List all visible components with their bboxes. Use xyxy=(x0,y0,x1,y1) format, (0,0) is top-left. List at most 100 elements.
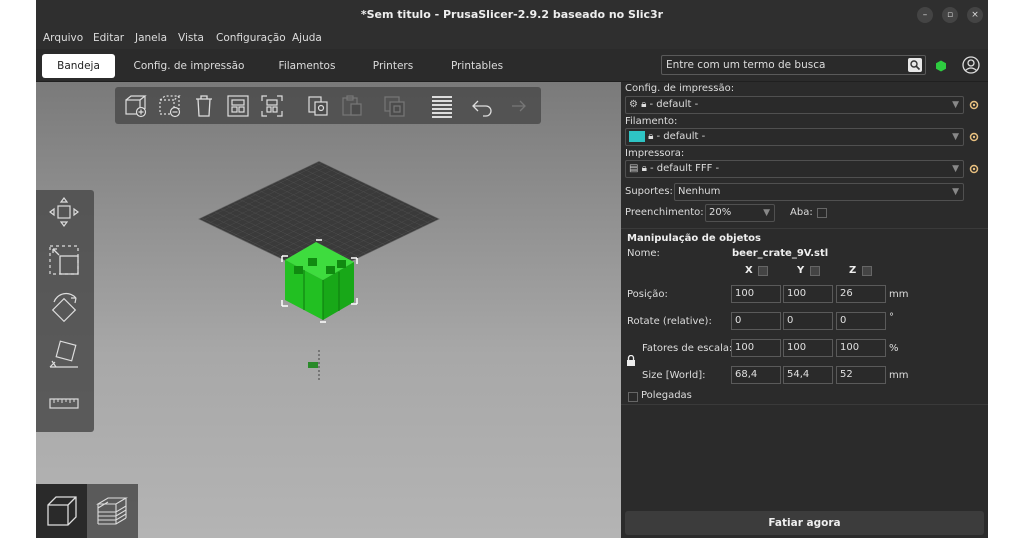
print-settings-gear-icon[interactable] xyxy=(968,99,980,111)
position-z-field[interactable]: 26 xyxy=(836,285,886,303)
scale-icon[interactable] xyxy=(46,242,82,278)
filament-label: Filamento: xyxy=(625,116,678,127)
supports-label: Suportes: xyxy=(625,186,673,197)
infill-label: Preenchimento: xyxy=(625,207,704,218)
account-icon[interactable] xyxy=(961,55,981,75)
search-input[interactable]: Entre com um termo de busca xyxy=(661,55,926,75)
cube-3d-icon xyxy=(47,496,77,526)
rotate-y-field[interactable]: 0 xyxy=(783,312,833,330)
redo-icon xyxy=(512,100,526,112)
lock-icon[interactable] xyxy=(626,355,636,367)
close-button[interactable]: × xyxy=(967,7,983,23)
filament-gear-icon[interactable] xyxy=(968,131,980,143)
inches-label: Polegadas xyxy=(641,390,692,401)
scale-label: Fatores de escala: xyxy=(642,343,733,354)
rotate-unit: ° xyxy=(889,312,894,323)
chevron-down-icon: ▼ xyxy=(952,100,959,110)
3d-viewport[interactable] xyxy=(36,82,621,538)
printer-gear-icon[interactable] xyxy=(968,163,980,175)
layers-editing-icon[interactable] xyxy=(429,93,455,119)
position-unit: mm xyxy=(889,289,909,300)
chevron-down-icon: ▼ xyxy=(763,208,770,218)
settings-panel: Config. de impressão: ⚙ 🔒︎ - default - ▼ … xyxy=(621,82,988,538)
filament-combo[interactable]: 🔒︎ - default - ▼ xyxy=(625,128,964,146)
window-title: *Sem titulo - PrusaSlicer-2.9.2 baseado … xyxy=(360,8,664,21)
size-x-field[interactable]: 68,4 xyxy=(731,366,781,384)
menu-editar[interactable]: Editar xyxy=(93,32,124,44)
object-manipulation-title: Manipulação de objetos xyxy=(627,233,761,244)
menu-ajuda[interactable]: Ajuda xyxy=(292,32,322,44)
menu-vista[interactable]: Vista xyxy=(178,32,204,44)
search-icon[interactable] xyxy=(908,58,922,72)
position-x-field[interactable]: 100 xyxy=(731,285,781,303)
search-placeholder: Entre com um termo de busca xyxy=(666,59,826,71)
tab-bar: Bandeja Config. de impressão Filamentos … xyxy=(36,49,988,82)
scale-y-field[interactable]: 100 xyxy=(783,339,833,357)
scale-unit: % xyxy=(889,343,899,354)
brim-label: Aba: xyxy=(790,207,813,218)
print-settings-label: Config. de impressão: xyxy=(625,83,735,94)
connection-status-icon xyxy=(936,60,946,72)
view-3d-tab[interactable] xyxy=(36,484,87,538)
divider xyxy=(621,228,988,229)
tab-filamentos[interactable]: Filamentos xyxy=(266,54,348,78)
instances-icon xyxy=(384,96,405,117)
slice-now-button[interactable]: Fatiar agora xyxy=(625,511,984,535)
printer-combo[interactable]: ▤ 🔒︎ - default FFF - ▼ xyxy=(625,160,964,178)
menu-arquivo[interactable]: Arquivo xyxy=(43,32,83,44)
position-y-field[interactable]: 100 xyxy=(783,285,833,303)
brim-checkbox[interactable] xyxy=(817,208,827,218)
position-label: Posição: xyxy=(627,289,668,300)
move-icon[interactable] xyxy=(46,194,82,230)
scale-z-field[interactable]: 100 xyxy=(836,339,886,357)
app-window: *Sem titulo - PrusaSlicer-2.9.2 baseado … xyxy=(36,0,988,538)
filament-value: - default - xyxy=(656,131,706,142)
tab-config-impressao[interactable]: Config. de impressão xyxy=(128,54,250,78)
preview-layers-icon[interactable] xyxy=(94,494,130,530)
print-bed-scene xyxy=(198,160,440,382)
minimize-button[interactable]: – xyxy=(917,7,933,23)
size-y-field[interactable]: 54,4 xyxy=(783,366,833,384)
size-unit: mm xyxy=(889,370,909,381)
scale-x-field[interactable]: 100 xyxy=(731,339,781,357)
menu-janela[interactable]: Janela xyxy=(135,32,167,44)
chevron-down-icon: ▼ xyxy=(952,164,959,174)
axis-y-label: Y xyxy=(797,265,805,276)
paste-icon xyxy=(342,95,362,116)
menu-configuracao[interactable]: Configuração xyxy=(216,32,286,44)
tab-bandeja[interactable]: Bandeja xyxy=(42,54,115,78)
delete-object-icon[interactable] xyxy=(157,93,183,119)
axis-z-label: Z xyxy=(849,265,857,276)
rotate-z-field[interactable]: 0 xyxy=(836,312,886,330)
infill-combo[interactable]: 20% ▼ xyxy=(705,204,775,222)
tab-printers[interactable]: Printers xyxy=(361,54,425,78)
print-settings-combo[interactable]: ⚙ 🔒︎ - default - ▼ xyxy=(625,96,964,114)
size-label: Size [World]: xyxy=(642,370,706,381)
title-bar: *Sem titulo - PrusaSlicer-2.9.2 baseado … xyxy=(36,0,988,29)
axis-y-color xyxy=(810,266,820,276)
chevron-down-icon: ▼ xyxy=(952,132,959,142)
rotate-x-field[interactable]: 0 xyxy=(731,312,781,330)
add-object-icon[interactable] xyxy=(123,93,149,119)
divider xyxy=(621,404,988,405)
rotate-icon[interactable] xyxy=(46,290,82,326)
supports-combo[interactable]: Nenhum ▼ xyxy=(674,183,964,201)
object-toolbar xyxy=(115,87,541,124)
copy-icon[interactable] xyxy=(305,93,331,119)
name-label: Nome: xyxy=(627,248,660,259)
rotate-label: Rotate (relative): xyxy=(627,316,712,327)
printer-label: Impressora: xyxy=(625,148,685,159)
undo-icon[interactable] xyxy=(469,93,495,119)
printer-value: - default FFF - xyxy=(649,163,720,174)
axis-x-color xyxy=(758,266,768,276)
tab-printables[interactable]: Printables xyxy=(438,54,516,78)
size-z-field[interactable]: 52 xyxy=(836,366,886,384)
print-settings-value: - default - xyxy=(649,99,699,110)
measure-icon[interactable] xyxy=(46,386,82,422)
arrange-icon[interactable] xyxy=(225,93,251,119)
place-on-face-icon[interactable] xyxy=(46,338,82,374)
arrange-selection-icon[interactable] xyxy=(259,93,285,119)
inches-checkbox[interactable] xyxy=(628,392,638,402)
delete-all-icon[interactable] xyxy=(191,93,217,119)
maximize-button[interactable]: ▫ xyxy=(942,7,958,23)
